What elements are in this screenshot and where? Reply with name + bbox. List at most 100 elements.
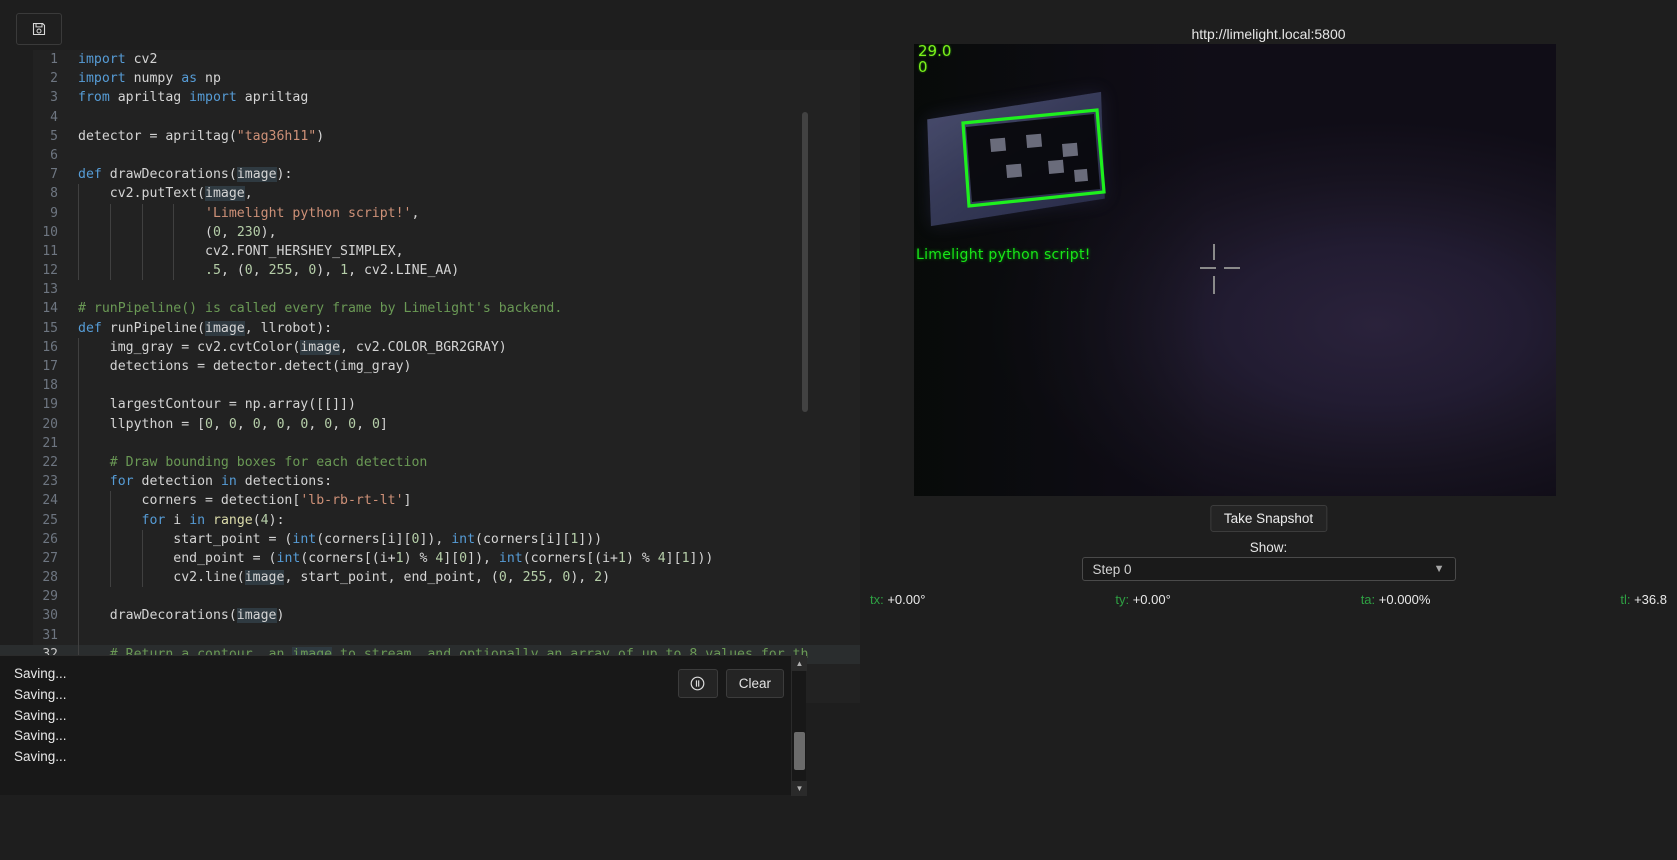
stream-url-label: http://limelight.local:5800 — [1191, 26, 1346, 42]
line-content: img_gray = cv2.cvtColor(image, cv2.COLOR… — [78, 339, 507, 355]
code-line[interactable]: 22 # Draw bounding boxes for each detect… — [0, 452, 860, 473]
console-buttons: Clear — [677, 669, 784, 698]
line-content: import cv2 — [78, 52, 158, 67]
line-number: 15 — [42, 320, 58, 336]
editor-column: 1 import cv2 2 import numpy as np 3 from apri… — [0, 0, 860, 860]
stat-ta: ta: +0.000% — [1361, 592, 1431, 607]
limelight-pipeline-app: 1 import cv2 2 import numpy as np 3 from apri… — [0, 0, 1677, 860]
code-line[interactable]: 15 def runPipeline(image, llrobot): — [0, 319, 860, 338]
code-line[interactable]: 23 for detection in detections: — [0, 472, 860, 492]
save-disk-icon — [32, 22, 46, 36]
clear-console-button[interactable]: Clear — [725, 669, 784, 698]
code-line[interactable]: 2 import numpy as np — [0, 69, 860, 88]
code-line[interactable]: 10 (0, 230), — [0, 222, 860, 242]
line-number: 3 — [50, 90, 58, 106]
code-line[interactable]: 17 detections = detector.detect(img_gray… — [0, 357, 860, 377]
line-content: start_point = (int(corners[i][0]), int(c… — [78, 531, 603, 547]
stat-tl: tl: +36.8 — [1620, 592, 1667, 607]
stat-key: ty: — [1115, 592, 1133, 607]
line-content: drawDecorations(image) — [78, 608, 285, 624]
line-number: 26 — [42, 531, 58, 547]
console-scrollbar[interactable]: ▲ ▼ — [791, 656, 807, 796]
code-line[interactable]: 14 # runPipeline() is called every frame … — [0, 299, 860, 318]
console-line: Saving... — [14, 728, 67, 744]
line-content: .5, (0, 255, 0), 1, cv2.LINE_AA) — [205, 263, 460, 279]
line-content: end_point = (int(corners[(i+1) % 4][0]),… — [78, 550, 714, 566]
caret-down-icon[interactable]: ▼ — [792, 781, 807, 796]
editor-scrollbar-thumb[interactable] — [802, 112, 808, 412]
code-line[interactable]: 7 def drawDecorations(image): — [0, 165, 860, 184]
code-editor[interactable]: 1 import cv2 2 import numpy as np 3 from apri… — [0, 50, 860, 703]
code-line[interactable]: 9 'Limelight python script!', — [0, 203, 860, 223]
line-content: for i in range(4): — [141, 512, 285, 528]
code-line[interactable]: 1 import cv2 — [0, 50, 860, 69]
line-number: 22 — [42, 454, 58, 470]
console-line: Saving... — [14, 686, 67, 702]
stat-value: +0.00° — [1132, 592, 1171, 607]
line-number: 13 — [42, 282, 58, 298]
stat-ty: ty: +0.00° — [1115, 592, 1170, 607]
code-line[interactable]: 12 .5, (0, 255, 0), 1, cv2.LINE_AA) — [0, 261, 860, 281]
line-content: corners = detection['lb-rb-rt-lt'] — [78, 493, 412, 509]
line-number: 10 — [42, 224, 58, 240]
line-content: # runPipeline() is called every frame by… — [78, 301, 563, 317]
console-line: Saving... — [14, 707, 67, 723]
chevron-down-icon: ▼ — [1433, 563, 1445, 575]
code-line[interactable]: 27 end_point = (int(corners[(i+1) % 4][0… — [0, 548, 860, 569]
stat-value: +0.000% — [1378, 592, 1431, 607]
stat-value: +0.00° — [887, 592, 926, 607]
line-number: 30 — [42, 608, 58, 624]
console-scrollbar-thumb[interactable] — [794, 732, 805, 770]
line-content: detector = apriltag("tag36h11") — [78, 128, 325, 144]
line-number: 8 — [50, 186, 58, 202]
line-number: 7 — [50, 167, 58, 183]
line-content: llpython = [0, 0, 0, 0, 0, 0, 0, 0] — [78, 416, 388, 432]
console-line: Saving... — [14, 666, 67, 681]
code-line[interactable]: 20 llpython = [0, 0, 0, 0, 0, 0, 0, 0] — [0, 414, 860, 434]
console-panel: Saving... Saving... Saving... Saving... Savi… — [0, 655, 807, 796]
line-content: cv2.putText(image, — [78, 186, 253, 202]
targeting-stats: tx: +0.00° ty: +0.00° ta: +0.000% tl: +36.8 — [860, 592, 1677, 607]
save-button[interactable] — [16, 13, 62, 45]
show-step-select[interactable]: Step 0 ▼ — [1081, 557, 1456, 581]
code-line[interactable]: 21 — [0, 433, 860, 453]
line-number: 9 — [50, 205, 58, 221]
crosshair-icon — [1200, 244, 1240, 294]
show-label: Show: — [1249, 540, 1288, 555]
code-line[interactable]: 31 — [0, 625, 860, 645]
code-line[interactable]: 28 cv2.line(image, start_point, end_poin… — [0, 568, 860, 588]
code-line[interactable]: 26 start_point = (int(corners[i][0]), in… — [0, 529, 860, 549]
line-number: 2 — [50, 71, 58, 87]
line-number: 14 — [42, 301, 58, 317]
code-line[interactable]: 6 — [0, 146, 860, 165]
line-content: 'Limelight python script!', — [205, 205, 420, 221]
stat-key: ta: — [1360, 592, 1379, 607]
pause-console-button[interactable] — [677, 669, 718, 698]
code-line[interactable]: 30 drawDecorations(image) — [0, 606, 860, 626]
code-lines[interactable]: 1 import cv2 2 import numpy as np 3 from apri… — [0, 50, 860, 703]
take-snapshot-button[interactable]: Take Snapshot — [1209, 505, 1328, 532]
code-line[interactable]: 5 detector = apriltag("tag36h11") — [0, 127, 860, 146]
code-line[interactable]: 24 corners = detection['lb-rb-rt-lt'] — [0, 491, 860, 511]
code-line[interactable]: 3 from apriltag import apriltag — [0, 88, 860, 107]
camera-stream-view[interactable]: 29.0 0 Limelight python script! — [914, 44, 1556, 496]
caret-up-icon[interactable]: ▲ — [792, 656, 807, 671]
code-line[interactable]: 16 img_gray = cv2.cvtColor(image, cv2.CO… — [0, 337, 860, 357]
line-content: largestContour = np.array([[]]) — [78, 397, 356, 413]
code-line[interactable]: 8 cv2.putText(image, — [0, 184, 860, 204]
code-line[interactable]: 25 for i in range(4): — [0, 510, 860, 530]
code-line[interactable]: 29 — [0, 587, 860, 607]
code-line[interactable]: 4 — [0, 108, 860, 127]
show-step-value: Step 0 — [1092, 561, 1132, 577]
code-line[interactable]: 11 cv2.FONT_HERSHEY_SIMPLEX, — [0, 241, 860, 262]
line-number: 20 — [42, 416, 58, 432]
code-line[interactable]: 19 largestContour = np.array([[]]) — [0, 395, 860, 415]
code-line[interactable]: 13 — [0, 280, 860, 299]
indent-guide — [78, 433, 79, 453]
line-number: 6 — [50, 147, 58, 163]
line-number: 17 — [42, 359, 58, 374]
line-number: 16 — [42, 339, 58, 355]
line-number: 11 — [42, 243, 58, 259]
indent-guide — [78, 625, 79, 645]
code-line[interactable]: 18 — [0, 376, 860, 396]
